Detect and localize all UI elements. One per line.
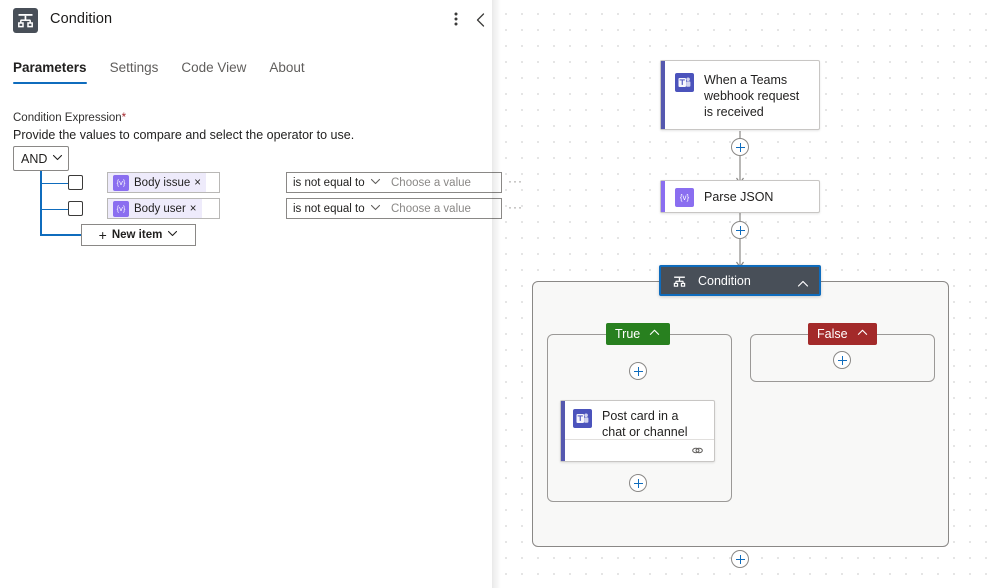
condition-expression-label: Condition Expression* xyxy=(13,112,126,124)
tree-branch-line-row2 xyxy=(40,208,68,210)
condition-operator-value: is not equal to xyxy=(293,176,365,189)
condition-left-value-field[interactable]: {v} Body user × xyxy=(107,198,220,219)
node-parse-json[interactable]: {v} Parse JSON xyxy=(660,180,820,213)
add-step-after-trigger[interactable] xyxy=(731,138,749,156)
condition-right-value-placeholder: Choose a value xyxy=(391,202,471,215)
node-title: Post card in a chat or channel xyxy=(602,409,688,439)
condition-operator-value: is not equal to xyxy=(293,202,365,215)
more-vertical-icon[interactable] xyxy=(447,11,465,31)
panel-title: Condition xyxy=(50,11,113,27)
chevron-down-icon xyxy=(52,150,63,168)
new-item-label: New item xyxy=(111,229,163,241)
condition-expression-label-text: Condition Expression xyxy=(13,112,122,124)
chevron-left-icon[interactable] xyxy=(471,10,491,30)
condition-operator-select[interactable]: is not equal to xyxy=(286,172,386,193)
teams-icon xyxy=(573,409,592,428)
action-details-panel: Condition Parameters Settings Code View … xyxy=(0,0,522,588)
teams-icon xyxy=(675,73,694,92)
tab-about[interactable]: About xyxy=(269,60,318,84)
branch-label-false-text: False xyxy=(817,327,848,341)
link-icon[interactable] xyxy=(691,444,704,462)
node-title: Parse JSON xyxy=(704,190,774,204)
expression-icon: {v} xyxy=(675,188,694,207)
add-step-false-branch[interactable] xyxy=(833,351,851,369)
required-marker: * xyxy=(121,112,127,124)
flow-designer: Condition Parameters Settings Code View … xyxy=(0,0,999,588)
node-title: Condition xyxy=(698,274,751,288)
branch-label-true[interactable]: True xyxy=(606,323,670,345)
tab-code-view-label: Code View xyxy=(181,60,247,75)
condition-right-value-field[interactable]: Choose a value xyxy=(385,172,502,193)
add-step-after-parse-json[interactable] xyxy=(731,221,749,239)
tree-branch-line-newitem xyxy=(40,234,82,236)
add-step-after-condition[interactable] xyxy=(731,550,749,568)
expression-icon-glyph: {v} xyxy=(679,193,690,202)
logic-operator-value: AND xyxy=(21,151,48,166)
panel-tabs: Parameters Settings Code View About xyxy=(13,60,328,87)
remove-token-icon[interactable]: × xyxy=(194,177,201,189)
branch-label-false[interactable]: False xyxy=(808,323,877,345)
token-chip-label: Body issue xyxy=(134,176,191,189)
token-chip-label: Body user xyxy=(134,202,186,215)
tab-settings-label: Settings xyxy=(109,60,159,75)
new-item-button[interactable]: + New item xyxy=(81,224,196,246)
condition-row: {v} Body issue × is not equal to Choose … xyxy=(68,172,528,197)
panel-header: Condition xyxy=(0,0,492,42)
chevron-down-icon xyxy=(370,200,381,218)
add-step-true-branch-top[interactable] xyxy=(629,362,647,380)
tab-about-label: About xyxy=(269,60,305,75)
plus-icon: + xyxy=(98,227,107,243)
condition-left-value-field[interactable]: {v} Body issue × xyxy=(107,172,220,193)
condition-row-more-icon[interactable]: ··· xyxy=(508,174,523,188)
remove-token-icon[interactable]: × xyxy=(190,203,197,215)
tree-branch-line-row1 xyxy=(40,182,68,184)
node-post-card-in-a-chat-or-channel[interactable]: Post card in a chat or channel xyxy=(560,400,715,462)
chevron-down-icon xyxy=(167,226,178,244)
condition-row-more-icon[interactable]: ··· xyxy=(508,200,523,214)
add-step-true-branch-bottom[interactable] xyxy=(629,474,647,492)
condition-icon xyxy=(673,275,686,293)
node-condition[interactable]: Condition xyxy=(659,265,821,296)
condition-row: {v} Body user × is not equal to Choose a… xyxy=(68,198,528,223)
condition-right-value-field[interactable]: Choose a value xyxy=(385,198,502,219)
node-accent-bar xyxy=(661,61,665,129)
expression-icon: {v} xyxy=(113,200,129,217)
condition-row-checkbox[interactable] xyxy=(68,201,83,216)
chevron-down-icon xyxy=(370,174,381,192)
tree-vertical-line xyxy=(40,171,42,235)
logic-operator-select[interactable]: AND xyxy=(13,146,69,171)
token-chip[interactable]: {v} Body user × xyxy=(108,199,202,218)
tab-parameters-label: Parameters xyxy=(13,60,87,75)
tab-parameters[interactable]: Parameters xyxy=(13,60,101,84)
condition-operator-select[interactable]: is not equal to xyxy=(286,198,386,219)
condition-expression-help: Provide the values to compare and select… xyxy=(13,128,355,142)
tab-code-view[interactable]: Code View xyxy=(181,60,260,84)
chevron-up-icon[interactable] xyxy=(649,327,660,341)
chevron-up-icon[interactable] xyxy=(797,277,809,295)
node-when-a-teams-webhook-request-is-received[interactable]: When a Teams webhook request is received xyxy=(660,60,820,130)
token-chip[interactable]: {v} Body issue × xyxy=(108,173,206,192)
node-accent-bar xyxy=(661,181,665,212)
condition-right-value-placeholder: Choose a value xyxy=(391,176,471,189)
condition-row-checkbox[interactable] xyxy=(68,175,83,190)
chevron-up-icon[interactable] xyxy=(857,327,868,341)
tab-settings[interactable]: Settings xyxy=(110,60,173,84)
condition-icon xyxy=(13,8,38,33)
flow-canvas[interactable]: When a Teams webhook request is received… xyxy=(492,0,999,588)
expression-icon: {v} xyxy=(113,174,129,191)
branch-label-true-text: True xyxy=(615,327,641,341)
node-footer xyxy=(565,439,714,461)
node-title: When a Teams webhook request is received xyxy=(704,73,800,119)
